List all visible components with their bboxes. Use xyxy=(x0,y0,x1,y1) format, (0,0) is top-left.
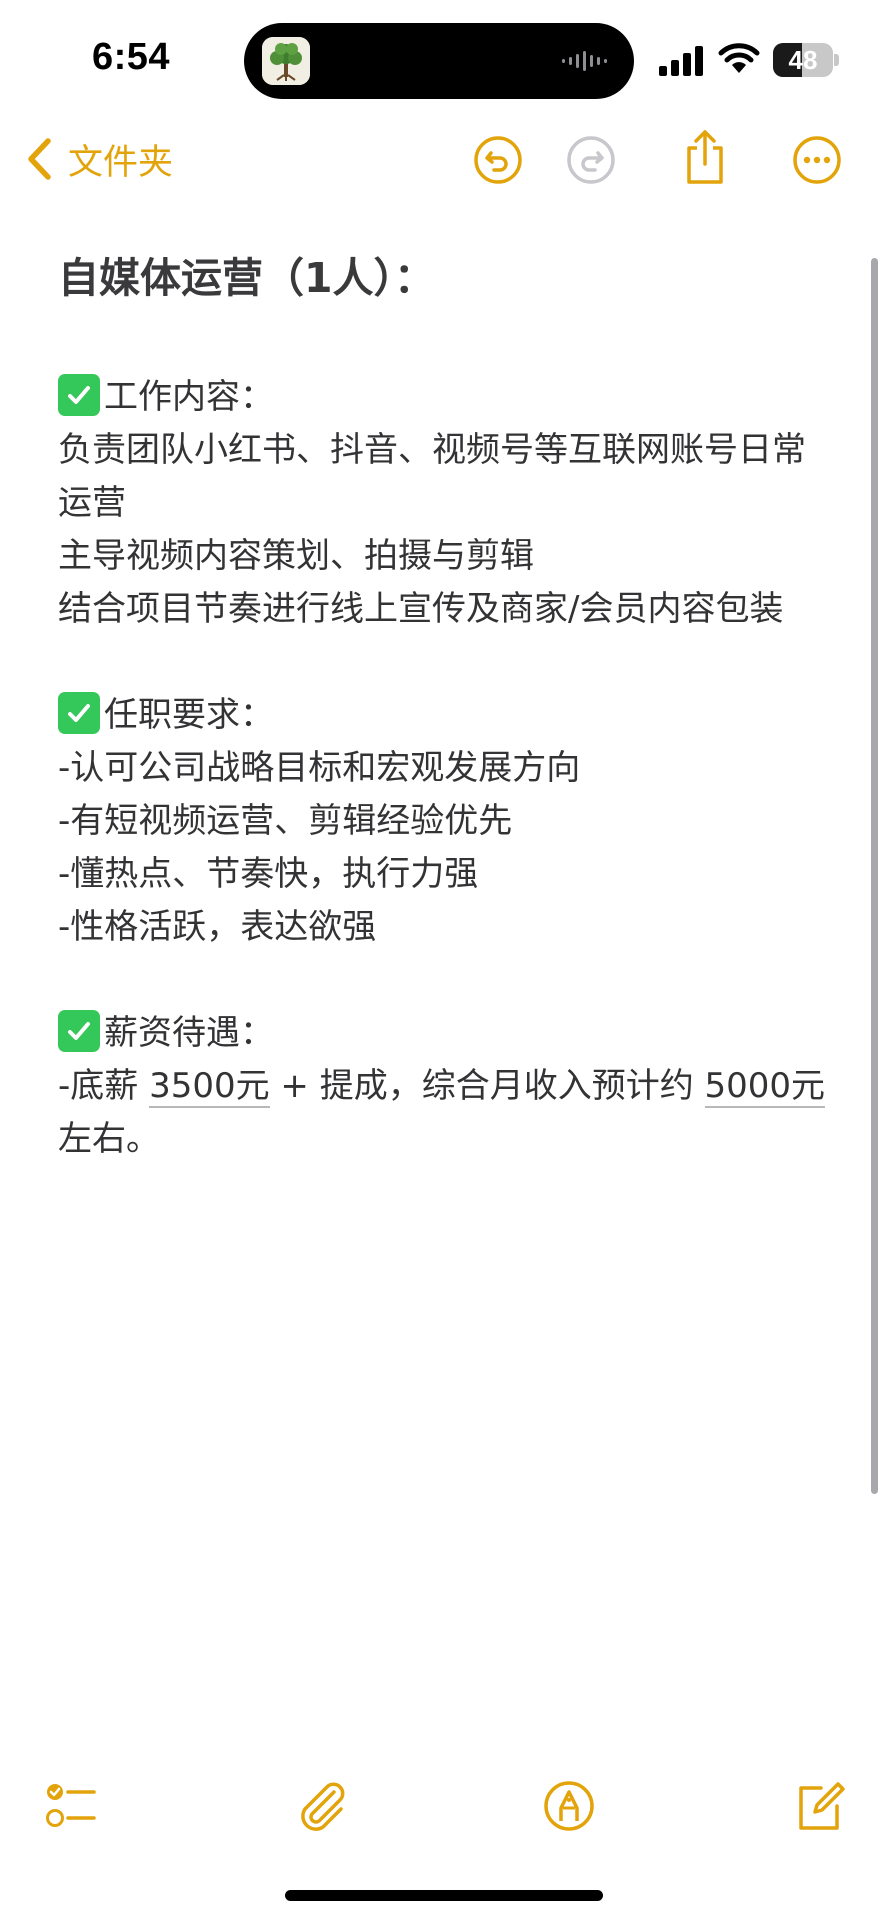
salary-prefix: -底薪 xyxy=(58,1066,150,1106)
battery-level: 48 xyxy=(788,45,818,75)
undo-button[interactable] xyxy=(472,134,524,186)
markup-button[interactable] xyxy=(541,1778,597,1834)
compose-button[interactable] xyxy=(791,1778,847,1834)
more-icon xyxy=(793,136,841,184)
compose-icon xyxy=(799,1782,845,1830)
status-bar: 6:54 48 xyxy=(0,0,886,120)
redo-icon xyxy=(567,136,615,184)
battery-indicator: 48 xyxy=(773,43,839,77)
checklist-button[interactable] xyxy=(42,1778,98,1834)
back-label: 文件夹 xyxy=(68,142,174,183)
status-time: 6:54 xyxy=(92,36,171,78)
note-line: -性格活跃，表达欲强 xyxy=(58,907,377,947)
checkmark-icon xyxy=(58,1010,100,1052)
attachment-button[interactable] xyxy=(294,1778,350,1834)
undo-icon xyxy=(474,136,522,184)
note-line: -有短视频运营、剪辑经验优先 xyxy=(58,801,513,841)
note-line: -认可公司战略目标和宏观发展方向 xyxy=(58,748,581,788)
section-heading-text: 工作内容： xyxy=(104,377,274,417)
section-heading-text: 任职要求： xyxy=(104,695,274,735)
checkmark-icon xyxy=(58,692,100,734)
total-income-link[interactable]: 5000元 xyxy=(704,1066,826,1108)
audio-waveform-icon xyxy=(562,51,607,71)
more-button[interactable] xyxy=(791,134,843,186)
wifi-icon xyxy=(718,43,760,73)
checkmark-icon xyxy=(58,374,100,416)
nav-bar: 文件夹 xyxy=(0,120,886,200)
note-line: 负责团队小红书、抖音、视频号等互联网账号日常运营 xyxy=(58,430,806,523)
tree-app-icon xyxy=(262,37,310,85)
base-salary-link[interactable]: 3500元 xyxy=(149,1066,270,1108)
back-button[interactable]: 文件夹 xyxy=(24,134,173,184)
note-line: -懂热点、节奏快，执行力强 xyxy=(58,854,479,894)
scroll-indicator[interactable] xyxy=(871,258,878,1494)
paperclip-icon xyxy=(301,1782,345,1831)
checklist-icon xyxy=(46,1784,96,1827)
note-line: 结合项目节奏进行线上宣传及商家/会员内容包装 xyxy=(58,589,784,629)
chevron-left-icon xyxy=(28,138,51,180)
salary-middle: + 提成，综合月收入预计约 xyxy=(269,1066,705,1106)
markup-pen-icon xyxy=(544,1781,594,1831)
dynamic-island[interactable] xyxy=(244,23,634,99)
home-indicator[interactable] xyxy=(285,1890,603,1901)
cellular-signal-icon xyxy=(659,46,703,76)
section-heading-duties: 工作内容： xyxy=(58,371,838,424)
bottom-toolbar xyxy=(0,1770,886,1840)
section-heading-requirements: 任职要求： xyxy=(58,689,838,742)
section-heading-compensation: 薪资待遇： xyxy=(58,1007,838,1060)
note-title: 自媒体运营（1人）： xyxy=(58,254,436,302)
share-button[interactable] xyxy=(679,128,731,186)
salary-suffix: 左右。 xyxy=(58,1119,160,1159)
note-line: 主导视频内容策划、拍摄与剪辑 xyxy=(58,536,534,576)
redo-button[interactable] xyxy=(565,134,617,186)
share-icon xyxy=(687,130,723,184)
section-heading-text: 薪资待遇： xyxy=(104,1013,274,1053)
salary-line: -底薪 3500元 + 提成，综合月收入预计约 5000元左右。 xyxy=(58,1060,838,1166)
note-body[interactable]: 自媒体运营（1人）： 工作内容： 负责团队小红书、抖音、视频号等互联网账号日常运… xyxy=(58,250,838,1166)
